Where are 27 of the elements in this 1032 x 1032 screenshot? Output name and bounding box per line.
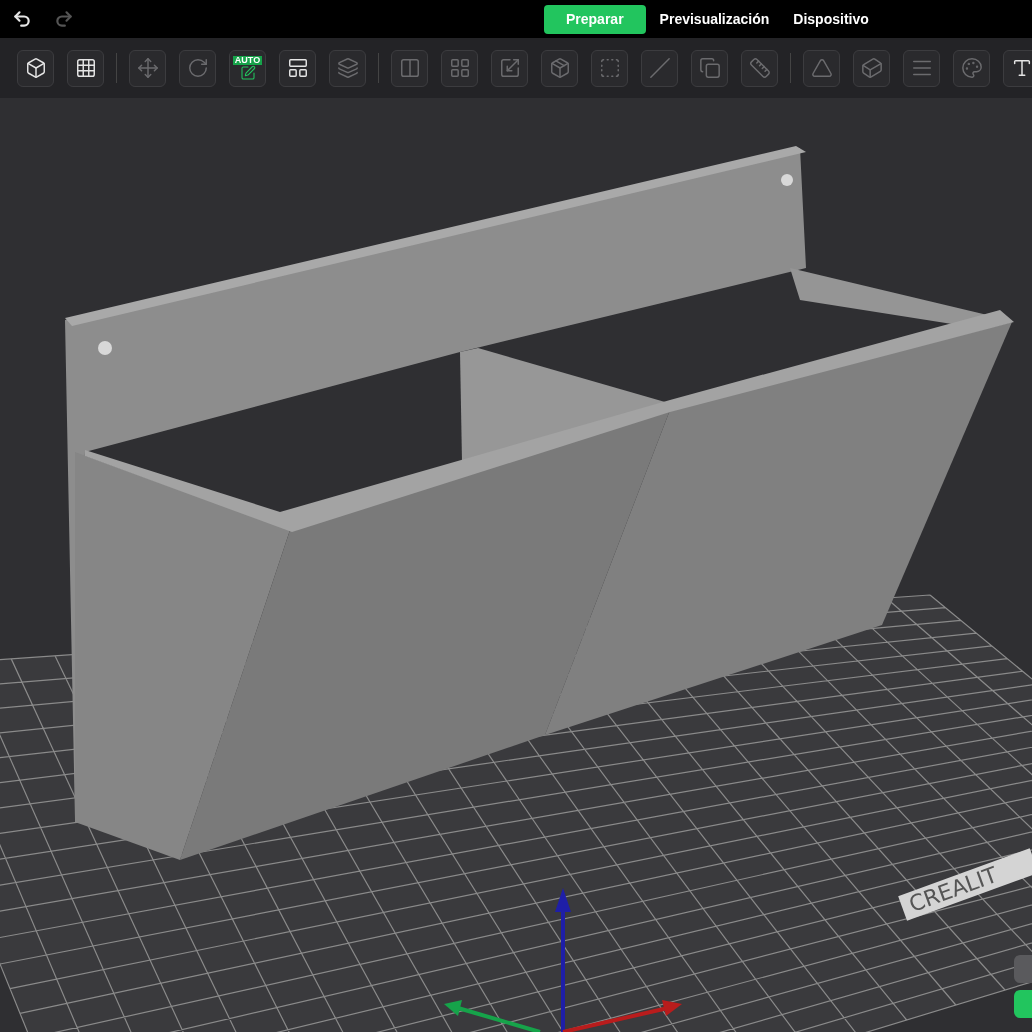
palette-icon <box>960 57 983 79</box>
box-icon <box>548 57 571 79</box>
overlap-squares-icon <box>698 57 721 79</box>
layers-icon <box>336 57 359 79</box>
toolbar-button[interactable] <box>67 49 104 87</box>
slash-icon <box>648 57 671 79</box>
side-button[interactable] <box>1014 990 1032 1018</box>
move-icon <box>136 57 159 79</box>
cube-icon <box>24 57 47 79</box>
cuboid-icon <box>860 57 883 79</box>
undo-icon <box>12 9 32 29</box>
toolbar-button[interactable] <box>17 49 54 87</box>
ruler-icon <box>748 57 771 79</box>
grid-icon <box>448 57 471 79</box>
undo-button[interactable] <box>12 9 32 29</box>
scale-icon <box>498 57 521 79</box>
square-icon <box>598 57 621 79</box>
mode-tab[interactable]: Dispositivo <box>783 4 879 34</box>
grid-icon <box>74 57 97 79</box>
panels-icon <box>286 57 309 79</box>
rotate-icon <box>186 57 209 79</box>
mode-tab[interactable]: Previsualización <box>649 4 780 34</box>
redo-icon <box>54 9 74 29</box>
split-icon <box>398 57 421 79</box>
auto-label: AUTO <box>232 55 263 65</box>
toolbar-button[interactable] <box>279 49 316 87</box>
toolbar-button[interactable] <box>1003 49 1032 87</box>
